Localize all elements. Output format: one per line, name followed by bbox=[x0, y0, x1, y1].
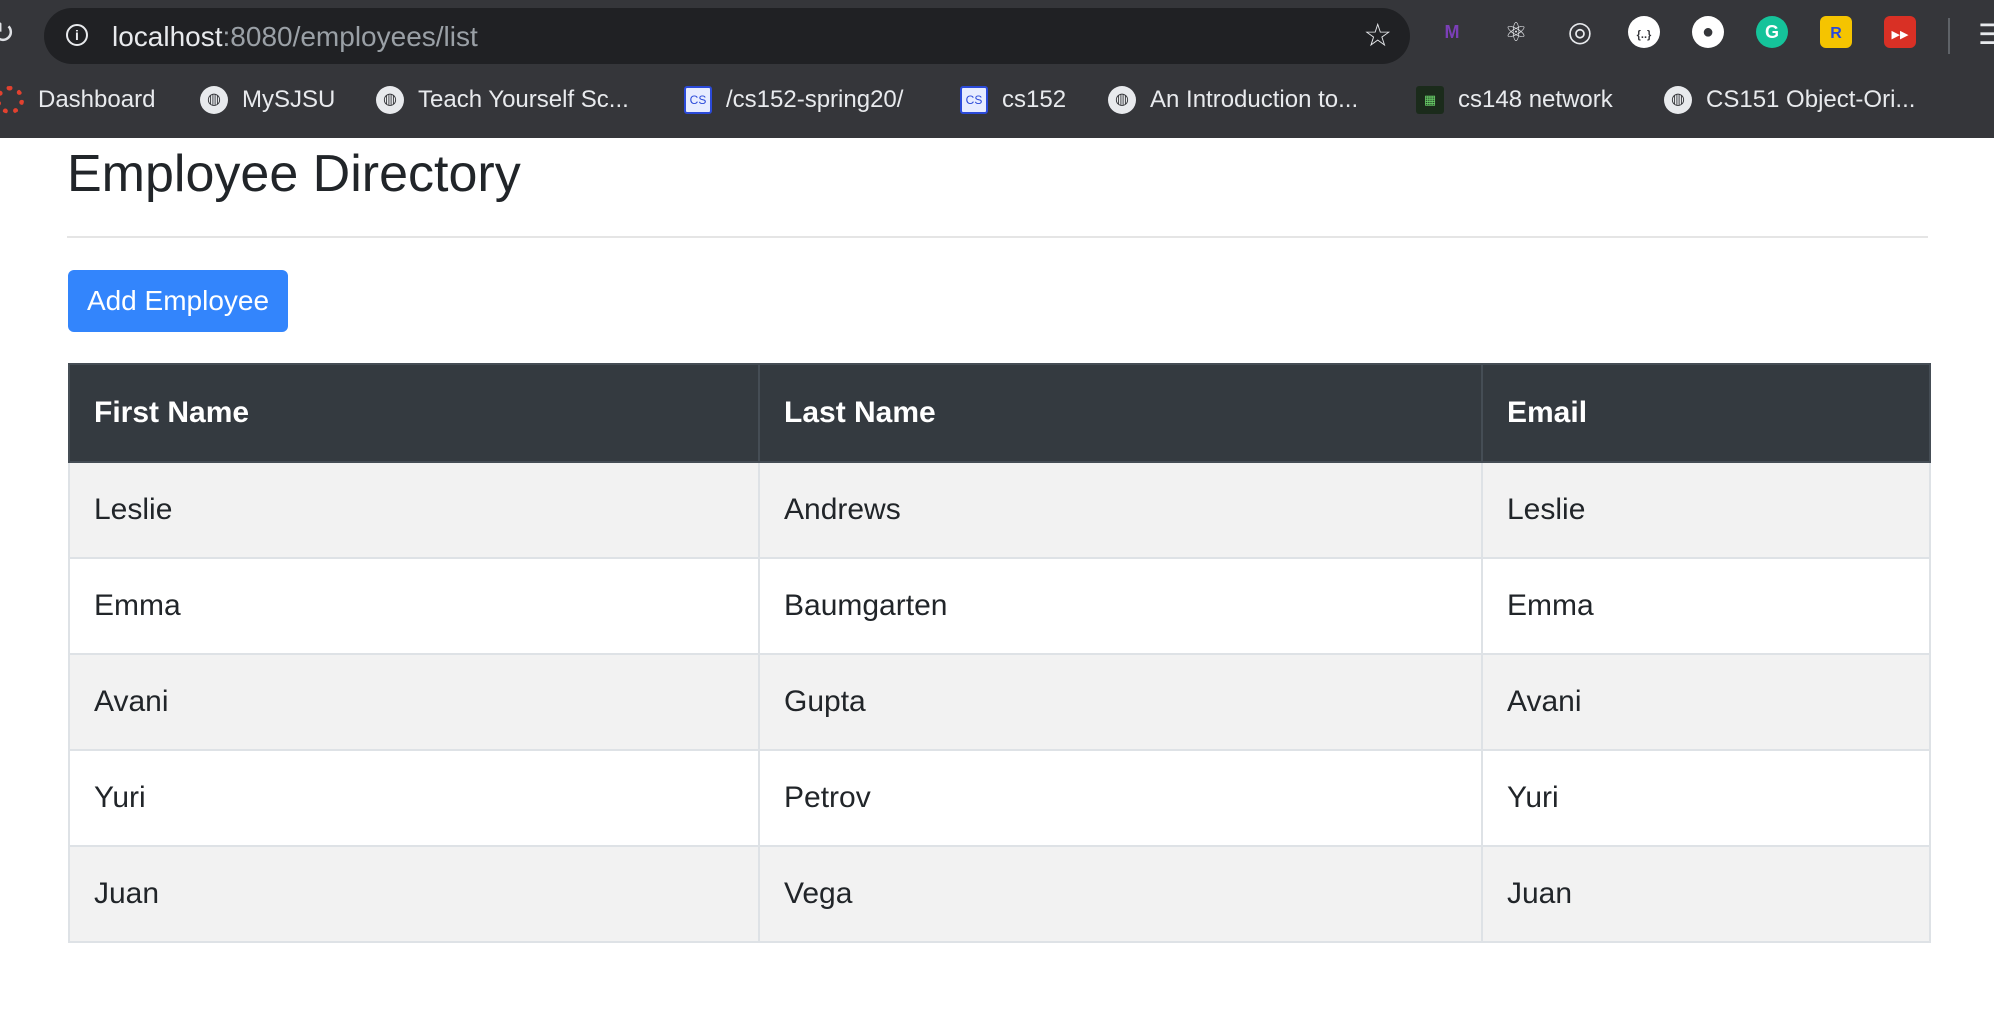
bookmarks-bar: Dashboard ◍ MySJSU ◍ Teach Yourself Sc..… bbox=[0, 80, 1994, 120]
cs-square-icon: CS bbox=[960, 86, 988, 114]
table-row: Yuri Petrov Yuri bbox=[68, 749, 1931, 847]
email-cell: Yuri bbox=[1481, 749, 1931, 847]
redux-devtools-icon[interactable]: R bbox=[1820, 16, 1852, 48]
last-name-cell: Gupta bbox=[758, 653, 1483, 751]
bookmark-teach-yourself[interactable]: ◍ Teach Yourself Sc... bbox=[376, 80, 629, 120]
grid-icon: ▦ bbox=[1416, 86, 1444, 114]
employee-table: First Name Last Name Email Leslie Andrew… bbox=[68, 363, 1931, 943]
m-extension-icon[interactable]: M bbox=[1436, 16, 1468, 48]
json-viewer-icon[interactable]: {..} bbox=[1628, 16, 1660, 48]
table-header-row: First Name Last Name Email bbox=[68, 363, 1931, 463]
last-name-cell: Baumgarten bbox=[758, 557, 1483, 655]
url-text[interactable]: localhost:8080/employees/list bbox=[112, 21, 478, 53]
reload-icon[interactable]: ↻ bbox=[0, 18, 22, 50]
bookmark-label: cs152 bbox=[1002, 86, 1067, 113]
globe-icon: ◍ bbox=[1664, 86, 1692, 114]
target-extension-icon[interactable]: ◎ bbox=[1564, 16, 1596, 48]
first-name-cell: Yuri bbox=[68, 749, 760, 847]
bookmark-an-introduction[interactable]: ◍ An Introduction to... bbox=[1108, 80, 1358, 120]
cs-square-icon: CS bbox=[684, 86, 712, 114]
first-name-cell: Emma bbox=[68, 557, 760, 655]
video-extension-icon[interactable]: ▶▶ bbox=[1884, 16, 1916, 48]
last-name-cell: Andrews bbox=[758, 461, 1483, 559]
url-path: :8080/employees/list bbox=[222, 21, 478, 52]
bookmark-label: cs148 network bbox=[1458, 86, 1613, 113]
bookmark-cs151[interactable]: ◍ CS151 Object-Ori... bbox=[1664, 80, 1915, 120]
globe-icon: ◍ bbox=[200, 86, 228, 114]
bookmark-cs148-network[interactable]: ▦ cs148 network bbox=[1416, 80, 1613, 120]
bookmark-label: /cs152-spring20/ bbox=[726, 86, 904, 113]
column-header-last-name: Last Name bbox=[758, 363, 1483, 463]
bookmark-label: CS151 Object-Ori... bbox=[1706, 86, 1916, 113]
address-bar[interactable]: i localhost:8080/employees/list ☆ bbox=[44, 8, 1410, 64]
column-header-first-name: First Name bbox=[68, 363, 760, 463]
table-row: Leslie Andrews Leslie bbox=[68, 461, 1931, 559]
site-info-icon[interactable]: i bbox=[66, 24, 88, 46]
email-cell: Juan bbox=[1481, 845, 1931, 943]
email-cell: Leslie bbox=[1481, 461, 1931, 559]
table-row: Emma Baumgarten Emma bbox=[68, 557, 1931, 655]
first-name-cell: Leslie bbox=[68, 461, 760, 559]
url-host: localhost bbox=[112, 21, 223, 52]
github-icon[interactable]: ● bbox=[1692, 16, 1724, 48]
last-name-cell: Petrov bbox=[758, 749, 1483, 847]
bookmark-star-icon[interactable]: ☆ bbox=[1363, 18, 1392, 52]
email-cell: Avani bbox=[1481, 653, 1931, 751]
toolbar-separator bbox=[1948, 18, 1950, 54]
column-header-email: Email bbox=[1481, 363, 1931, 463]
add-employee-button[interactable]: Add Employee bbox=[68, 270, 288, 332]
table-row: Juan Vega Juan bbox=[68, 845, 1931, 943]
bookmark-cs152-spring20[interactable]: CS /cs152-spring20/ bbox=[684, 80, 903, 120]
bookmark-label: An Introduction to... bbox=[1150, 86, 1359, 113]
bookmark-label: Dashboard bbox=[38, 86, 156, 113]
first-name-cell: Avani bbox=[68, 653, 760, 751]
react-devtools-icon[interactable]: ⚛ bbox=[1500, 16, 1532, 48]
page-title: Employee Directory bbox=[67, 145, 521, 203]
last-name-cell: Vega bbox=[758, 845, 1483, 943]
email-cell: Emma bbox=[1481, 557, 1931, 655]
browser-chrome: ↻ i localhost:8080/employees/list ☆ M ⚛ … bbox=[0, 0, 1994, 138]
first-name-cell: Juan bbox=[68, 845, 760, 943]
bookmark-dashboard[interactable]: Dashboard bbox=[0, 80, 155, 120]
title-divider bbox=[67, 236, 1928, 238]
bookmark-mysjsu[interactable]: ◍ MySJSU bbox=[200, 80, 335, 120]
grammarly-icon[interactable]: G bbox=[1756, 16, 1788, 48]
table-row: Avani Gupta Avani bbox=[68, 653, 1931, 751]
bookmark-label: Teach Yourself Sc... bbox=[418, 86, 629, 113]
menu-icon[interactable]: ☰ bbox=[1978, 18, 1994, 52]
bookmark-label: MySJSU bbox=[242, 86, 336, 113]
bookmark-cs152[interactable]: CS cs152 bbox=[960, 80, 1066, 120]
canvas-icon bbox=[0, 86, 24, 114]
globe-icon: ◍ bbox=[1108, 86, 1136, 114]
globe-icon: ◍ bbox=[376, 86, 404, 114]
